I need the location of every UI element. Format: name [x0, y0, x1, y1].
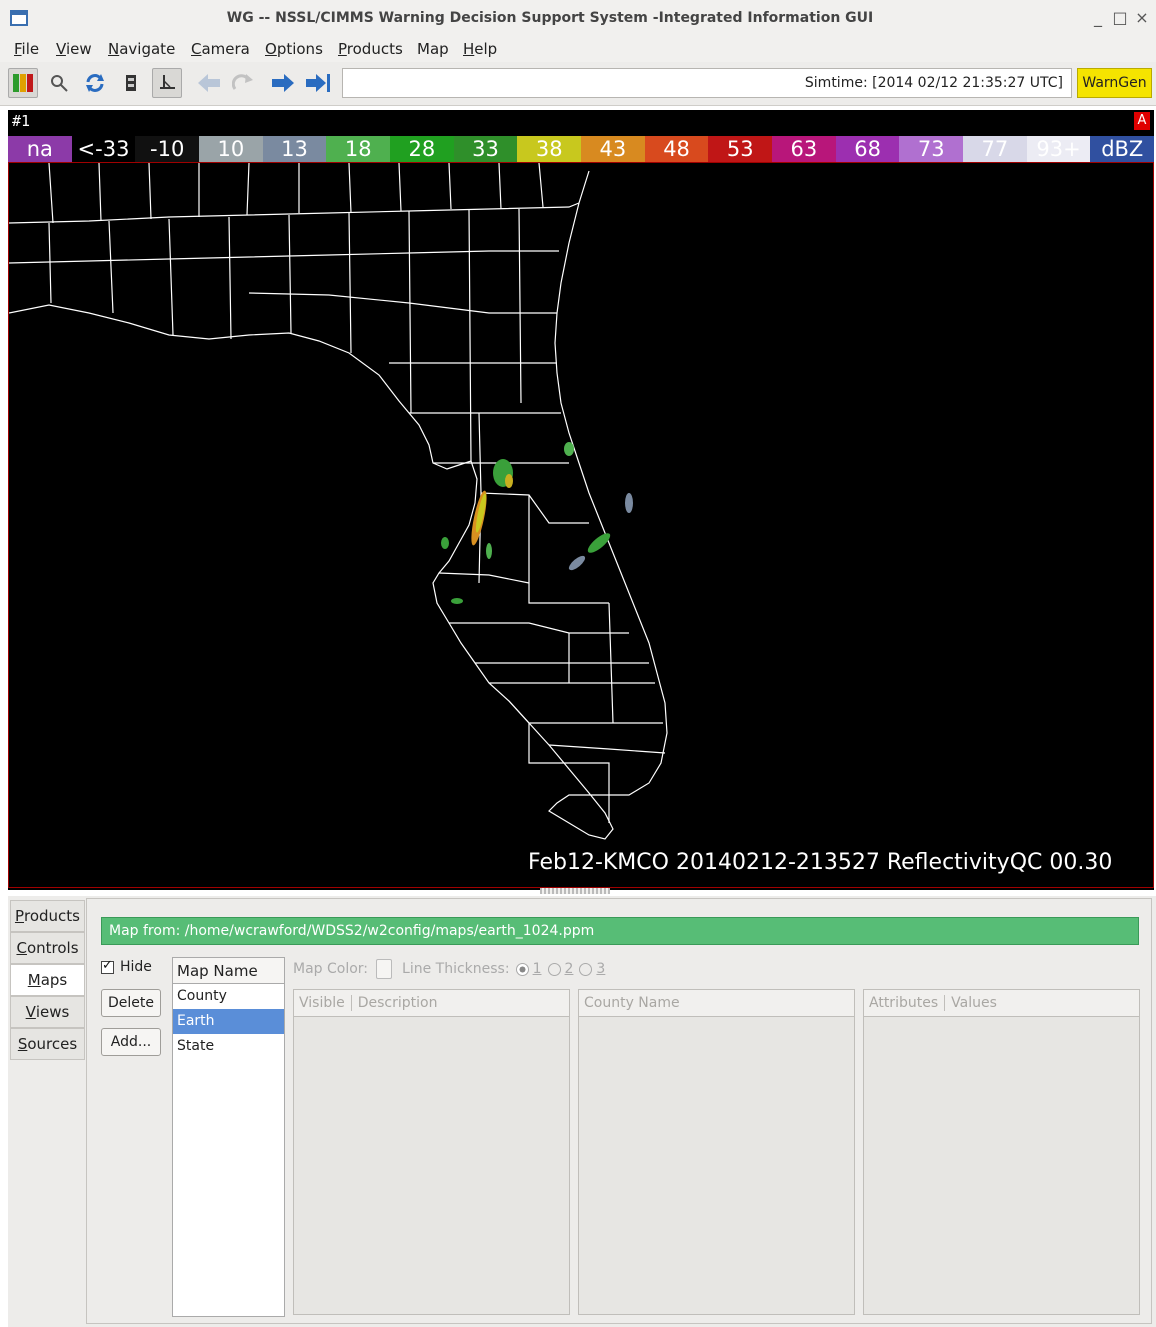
menu-view[interactable]: View [56, 40, 92, 58]
tab-controls[interactable]: Controls [10, 932, 85, 964]
color-legend-cell: 68 [835, 136, 900, 162]
map-view[interactable] [8, 162, 1154, 888]
control-panel: Products Controls Maps Views Sources Map… [8, 896, 1156, 1327]
tab-maps[interactable]: Maps [10, 964, 85, 996]
color-legend-cell: 10 [199, 136, 263, 162]
description-table-header: Visible Description [294, 990, 569, 1017]
thickness-radio-1[interactable] [515, 962, 529, 976]
add-button[interactable]: Add... [101, 1028, 161, 1056]
map-color-swatch[interactable] [376, 959, 393, 979]
color-legend-cell: <-33 [71, 136, 136, 162]
window-title: WG -- NSSL/CIMMS Warning Decision Suppor… [226, 10, 874, 26]
color-legend-cell: -10 [135, 136, 200, 162]
county-name-table[interactable]: County Name [578, 989, 855, 1315]
thickness-radio-3[interactable] [579, 962, 593, 976]
delete-button[interactable]: Delete [101, 989, 161, 1017]
forward-icon[interactable] [268, 68, 298, 98]
county-table-header: County Name [579, 990, 854, 1017]
close-button[interactable]: × [1132, 8, 1152, 27]
color-legend-cell: 77 [963, 136, 1027, 162]
description-table[interactable]: Visible Description [293, 989, 570, 1315]
map-source-status: Map from: /home/wcrawford/WDSS2/w2config… [101, 917, 1139, 945]
map-item-state[interactable]: State [173, 1034, 284, 1059]
state-border [8, 202, 580, 224]
hide-checkbox-box[interactable] [101, 958, 114, 974]
tab-views[interactable]: Views [10, 996, 85, 1028]
thickness-radio-2[interactable] [547, 962, 561, 976]
simtime-field[interactable]: Simtime: [2014 02/12 21:35:27 UTC] [342, 68, 1072, 98]
state-outline [8, 170, 668, 840]
color-legend-cell: 13 [262, 136, 327, 162]
menu-map[interactable]: Map [417, 40, 449, 58]
back-icon[interactable] [194, 68, 224, 98]
thickness-option-1: 1 [532, 961, 542, 977]
product-overlay-label: Feb12-KMCO 20140212-213527 ReflectivityQ… [528, 850, 1113, 875]
florida-map [8, 162, 668, 840]
color-legend-cell: 93+ [1026, 136, 1091, 162]
map-list[interactable]: County Earth State [172, 983, 285, 1317]
redo-icon[interactable] [228, 68, 258, 98]
attributes-table-header: Attributes Values [864, 990, 1139, 1017]
thickness-option-2: 2 [564, 961, 574, 977]
radar-display[interactable]: #1 A na <-33 -10 10 13 18 28 33 38 43 48 53 63 68 73 77… [8, 110, 1155, 890]
color-legend-cell: 43 [581, 136, 645, 162]
color-legend-cell: 18 [326, 136, 391, 162]
toolbar: Simtime: [2014 02/12 21:35:27 UTC] WarnG… [0, 62, 1156, 106]
line-thickness-label: Line Thickness: [402, 961, 510, 977]
tab-products[interactable]: Products [10, 900, 85, 932]
color-map-icon[interactable] [8, 68, 38, 98]
pane-flag[interactable]: A [1134, 112, 1150, 130]
magnifier-icon[interactable] [44, 68, 74, 98]
latest-icon[interactable] [304, 68, 334, 98]
menu-products[interactable]: Products [338, 40, 403, 58]
color-legend-cell: 33 [453, 136, 518, 162]
attributes-column-header[interactable]: Attributes [869, 995, 946, 1011]
values-column-header[interactable]: Values [951, 995, 1003, 1011]
map-item-county[interactable]: County [173, 984, 284, 1009]
color-legend-cell: dBZ [1090, 136, 1155, 162]
warngen-button[interactable]: WarnGen [1077, 68, 1152, 98]
refresh-icon[interactable] [80, 68, 110, 98]
color-legend-cell: 53 [708, 136, 773, 162]
color-legend-cell: 48 [644, 136, 709, 162]
color-legend-cell: na [8, 136, 72, 162]
map-style-controls: Map Color: Line Thickness: 1 2 3 [293, 959, 605, 979]
color-legend-cell: 38 [517, 136, 582, 162]
color-legend-cell: 63 [772, 136, 836, 162]
county-name-column-header[interactable]: County Name [584, 995, 686, 1011]
hide-label: Hide [120, 959, 152, 975]
tab-sources[interactable]: Sources [10, 1028, 85, 1060]
color-legend: na <-33 -10 10 13 18 28 33 38 43 48 53 63 68 73 77 93+ dB… [8, 136, 1155, 162]
thickness-option-3: 3 [596, 961, 606, 977]
menu-navigate[interactable]: Navigate [108, 40, 175, 58]
menu-help[interactable]: Help [463, 40, 497, 58]
minimize-button[interactable]: _ [1088, 8, 1108, 27]
pane-number: #1 [12, 112, 31, 130]
map-name-header[interactable]: Map Name [172, 957, 285, 985]
splitter-handle[interactable] [540, 888, 610, 894]
lock-icon[interactable] [116, 68, 146, 98]
description-column-header[interactable]: Description [358, 995, 444, 1011]
color-legend-cell: 73 [899, 136, 964, 162]
title-bar: WG -- NSSL/CIMMS Warning Decision Suppor… [0, 0, 1156, 36]
maximize-button[interactable]: □ [1110, 8, 1130, 27]
probe-icon[interactable] [152, 68, 182, 98]
maps-panel: Map from: /home/wcrawford/WDSS2/w2config… [86, 898, 1152, 1324]
attributes-table[interactable]: Attributes Values [863, 989, 1140, 1315]
color-legend-cell: 28 [390, 136, 454, 162]
map-item-earth[interactable]: Earth [173, 1009, 284, 1034]
menu-bar: File View Navigate Camera Options Produc… [0, 36, 1156, 62]
menu-options[interactable]: Options [265, 40, 323, 58]
map-color-label: Map Color: [293, 961, 369, 977]
hide-checkbox[interactable]: Hide [101, 958, 152, 975]
menu-camera[interactable]: Camera [191, 40, 250, 58]
visible-column-header[interactable]: Visible [299, 995, 352, 1011]
menu-file[interactable]: File [14, 40, 39, 58]
